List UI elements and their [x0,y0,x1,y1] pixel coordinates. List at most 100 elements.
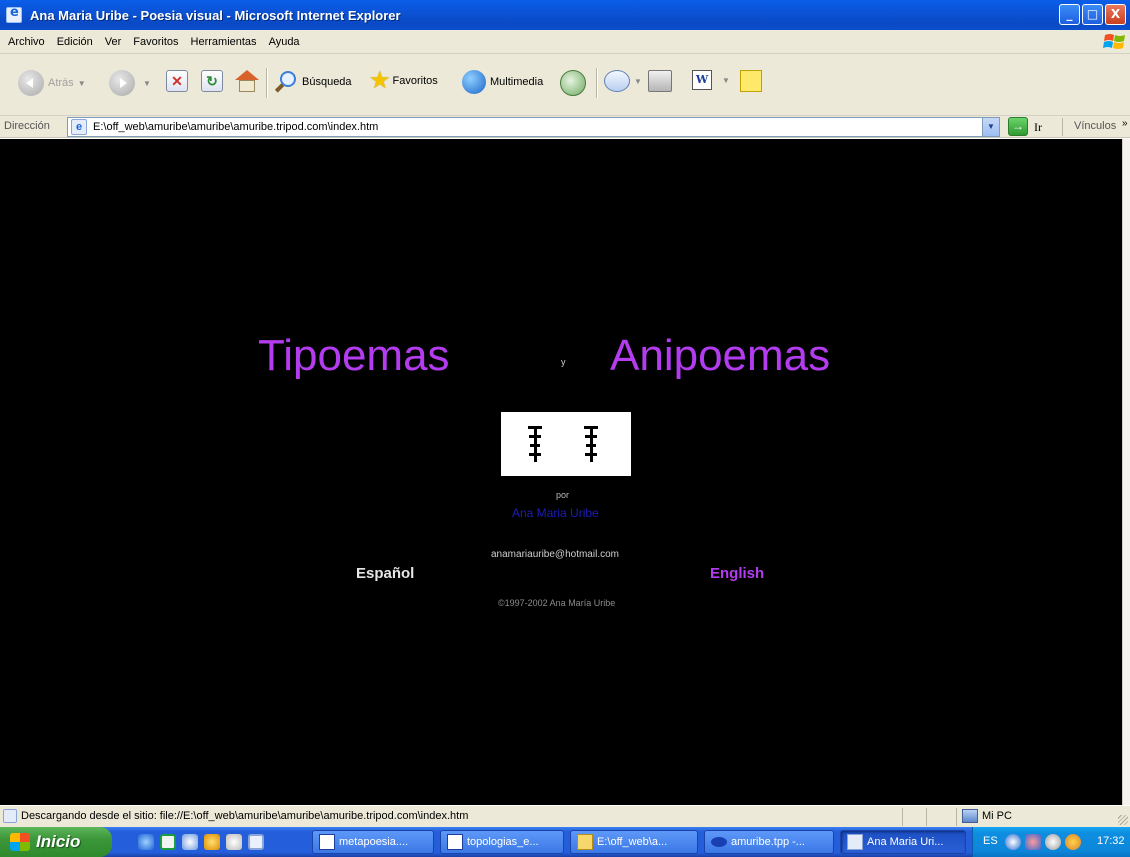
menu-favoritos[interactable]: Favoritos [127,36,184,48]
address-dropdown-icon[interactable]: ▼ [982,118,999,136]
media-player-icon[interactable] [160,834,176,850]
start-button[interactable]: Inicio [0,827,112,857]
links-button[interactable]: Vínculos [1074,120,1116,132]
english-link[interactable]: English [710,565,764,582]
back-arrow-icon [18,70,44,96]
menu-edicion[interactable]: Edición [51,36,99,48]
windows-logo-icon [1103,34,1125,49]
window-title: Ana Maria Uribe - Poesia visual - Micros… [30,7,401,23]
search-button[interactable]: Búsqueda [274,70,352,94]
favorites-button[interactable]: ★ Favoritos [369,67,438,94]
refresh-icon: ↻ [201,70,223,92]
forward-arrow-icon [109,70,135,96]
taskbar-item-label: E:\off_web\a... [597,836,668,848]
status-bar: Descargando desde el sitio: file://E:\of… [0,805,1130,827]
email-link[interactable]: anamariauribe@hotmail.com [491,549,619,560]
panda-icon[interactable] [226,834,242,850]
go-button[interactable]: Ir [1034,120,1042,135]
copyright-text: ©1997-2002 Ana María Uribe [498,598,616,608]
go-arrow-icon[interactable]: → [1008,117,1028,136]
folder-icon [577,834,593,850]
tray-app-icon[interactable] [1065,834,1081,850]
word-doc-icon [447,834,463,850]
vertical-scrollbar[interactable] [1122,139,1130,805]
internet-explorer-icon[interactable] [138,834,154,850]
chevron-right-icon[interactable]: » [1122,118,1128,129]
status-panel-divider [902,808,903,826]
typographic-glyph-icon [528,426,542,462]
realplayer-icon[interactable] [204,834,220,850]
dropdown-arrow-icon: ▼ [143,78,151,88]
spanish-link[interactable]: Español [356,565,414,582]
panda-antivirus-icon[interactable] [1045,834,1061,850]
taskbar-item-label: topologias_e... [467,836,539,848]
taskbar-item[interactable]: E:\off_web\a... [570,830,698,854]
page-content: Tipoemas y Anipoemas por Ana Maria Uribe… [0,139,1122,805]
network-icon[interactable] [1025,834,1041,850]
outlook-icon[interactable] [182,834,198,850]
dropdown-arrow-icon: ▼ [722,75,730,85]
menu-bar: Archivo Edición Ver Favoritos Herramient… [0,30,1130,54]
edit-word-button[interactable]: W ▼ [692,70,730,90]
back-button[interactable]: Atrás ▼ [18,70,86,96]
forward-button[interactable]: ▼ [109,70,151,96]
window-controls: _ □ X [1059,4,1126,25]
dropdown-arrow-icon: ▼ [634,76,642,86]
internet-explorer-icon[interactable] [6,5,22,23]
menu-ver[interactable]: Ver [99,36,128,48]
resize-grip[interactable] [1118,815,1128,825]
taskbar-item[interactable]: amuribe.tpp -... [704,830,834,854]
home-icon [234,70,260,94]
address-value[interactable]: E:\off_web\amuribe\amuribe\amuribe.tripo… [93,121,378,133]
close-button[interactable]: X [1105,4,1126,25]
refresh-button[interactable]: ↻ [201,70,223,92]
toolbar-separator [1062,118,1063,136]
clock[interactable]: 17:32 [1097,835,1125,847]
media-button[interactable]: Multimedia [462,70,543,94]
anipoemas-link[interactable]: Anipoemas [610,331,830,381]
home-button[interactable] [234,70,260,94]
messenger-button[interactable] [740,70,762,92]
star-icon: ★ [369,67,391,94]
history-icon [560,70,586,96]
standard-toolbar: Atrás ▼ ▼ ✕ ↻ Búsqueda ★ Favoritos Multi… [0,54,1130,116]
search-icon [274,70,298,94]
windows-logo-icon [10,833,30,851]
tipoemas-link[interactable]: Tipoemas [258,331,450,381]
maximize-button[interactable]: □ [1082,4,1103,25]
stop-icon: ✕ [166,70,188,92]
mail-button[interactable]: ▼ [604,70,642,92]
stop-button[interactable]: ✕ [166,70,188,92]
ie-icon [847,834,863,850]
favorites-label: Favoritos [392,75,438,87]
title-joiner: y [561,357,566,367]
word-doc-icon [319,834,335,850]
author-link[interactable]: Ana Maria Uribe [512,506,599,520]
minimize-button[interactable]: _ [1059,4,1080,25]
media-globe-icon [462,70,486,94]
computer-icon [962,809,978,823]
toolbar-separator [266,68,267,98]
menu-herramientas[interactable]: Herramientas [185,36,263,48]
taskbar-item-active[interactable]: Ana Maria Uri... [840,830,966,854]
print-button[interactable] [648,70,672,92]
app-icon [711,837,727,847]
menu-ayuda[interactable]: Ayuda [263,36,306,48]
history-button[interactable] [560,70,586,96]
toolbar-separator [596,68,597,98]
menu-archivo[interactable]: Archivo [2,36,51,48]
address-bar: Dirección e E:\off_web\amuribe\amuribe\a… [0,116,1130,138]
printer-icon [648,70,672,92]
title-bar: Ana Maria Uribe - Poesia visual - Micros… [0,0,1130,30]
language-indicator[interactable]: ES [983,835,998,847]
logo-image [501,412,631,476]
chevron-left-icon[interactable] [1005,834,1021,850]
taskbar: Inicio metapoesia.... topologias_e... E:… [0,827,1130,857]
show-desktop-icon[interactable] [248,834,264,850]
status-panel-divider [956,808,957,826]
taskbar-item[interactable]: metapoesia.... [312,830,434,854]
media-label: Multimedia [490,76,544,88]
address-input[interactable]: e E:\off_web\amuribe\amuribe\amuribe.tri… [67,117,1000,137]
taskbar-item[interactable]: topologias_e... [440,830,564,854]
taskbar-item-label: metapoesia.... [339,836,409,848]
